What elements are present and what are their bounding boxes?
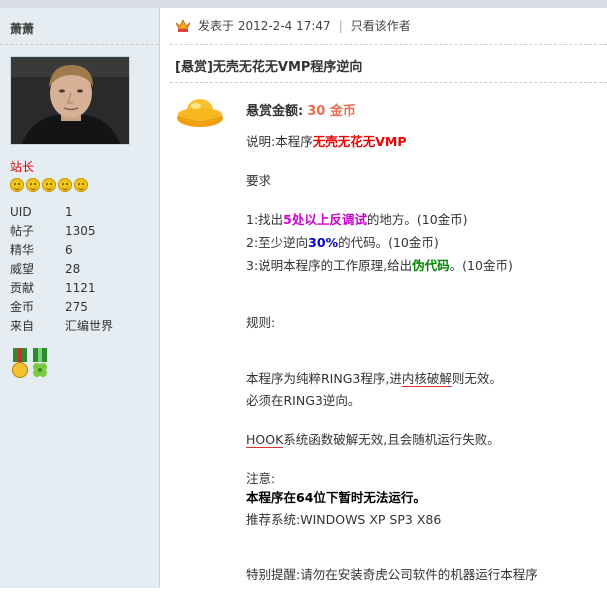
stat-prestige: 威望 28 bbox=[10, 262, 81, 276]
description-line: 说明:本程序无壳无花无VMP bbox=[246, 134, 407, 149]
smiley-icon bbox=[74, 178, 88, 192]
rule-2: 必须在RING3逆向。 bbox=[246, 393, 361, 408]
requirement-1: 1:找出5处以上反调试的地方。(10金币) bbox=[246, 212, 468, 227]
author-sidebar: 萧萧 站长 UID 1 帖子 1305 精华 6 威望 28 贡献 1121 金币 275 … bbox=[0, 8, 160, 588]
note-label: 注意: bbox=[246, 471, 276, 486]
stat-coins: 金币 275 bbox=[10, 300, 88, 314]
author-name[interactable]: 萧萧 bbox=[10, 20, 34, 37]
medals bbox=[10, 348, 50, 382]
rank-stars bbox=[10, 178, 88, 192]
crown-icon bbox=[175, 18, 191, 32]
rule-1: 本程序为纯粹RING3程序,进内核破解则无效。 bbox=[246, 371, 502, 387]
reward-amount: 悬赏金额: 30 金币 bbox=[246, 104, 356, 119]
post-date: 发表于 2012-2-4 17:47 bbox=[198, 19, 331, 33]
header-divider bbox=[170, 44, 607, 45]
rule-3: HOOK系统函数破解无效,且会随机运行失败。 bbox=[246, 432, 500, 448]
gold-medal-icon[interactable] bbox=[10, 348, 30, 382]
stat-contribution: 贡献 1121 bbox=[10, 281, 96, 295]
requirement-2: 2:至少逆向30%的代码。(10金币) bbox=[246, 235, 439, 250]
user-rank: 站长 bbox=[10, 160, 35, 174]
smiley-icon bbox=[58, 178, 72, 192]
clover-medal-icon[interactable] bbox=[30, 348, 50, 382]
user-stats: UID 1 帖子 1305 精华 6 威望 28 贡献 1121 金币 275 来自 汇编世界 bbox=[10, 203, 113, 336]
note-warning: 本程序在64位下暂时无法运行。 bbox=[246, 490, 426, 505]
stat-uid: UID 1 bbox=[10, 205, 73, 219]
requirements-label: 要求 bbox=[246, 173, 272, 188]
header-separator: | bbox=[338, 18, 343, 33]
requirement-3: 3:说明本程序的工作原理,给出伪代码。(10金币) bbox=[246, 258, 513, 273]
rules-label: 规则: bbox=[246, 315, 276, 330]
stat-digest: 精华 6 bbox=[10, 243, 73, 257]
special-reminder: 特别提醒:请勿在安装奇虎公司软件的机器运行本程序 bbox=[246, 567, 538, 582]
stat-posts: 帖子 1305 bbox=[10, 224, 96, 238]
author-only-link[interactable]: 只看该作者 bbox=[351, 17, 411, 34]
gold-ingot-icon bbox=[177, 99, 223, 127]
smiley-icon bbox=[26, 178, 40, 192]
post-header: 发表于 2012-2-4 17:47 | 只看该作者 bbox=[175, 17, 411, 34]
top-strip bbox=[0, 0, 607, 8]
recommended-system: 推荐系统:WINDOWS XP SP3 X86 bbox=[246, 512, 442, 527]
title-divider bbox=[170, 82, 607, 83]
smiley-icon bbox=[42, 178, 56, 192]
sidebar-divider bbox=[0, 44, 159, 45]
stat-location: 来自 汇编世界 bbox=[10, 319, 114, 333]
avatar[interactable] bbox=[10, 56, 130, 145]
post-title: [悬赏]无壳无花无VMP程序逆向 bbox=[175, 60, 363, 75]
smiley-icon bbox=[10, 178, 24, 192]
